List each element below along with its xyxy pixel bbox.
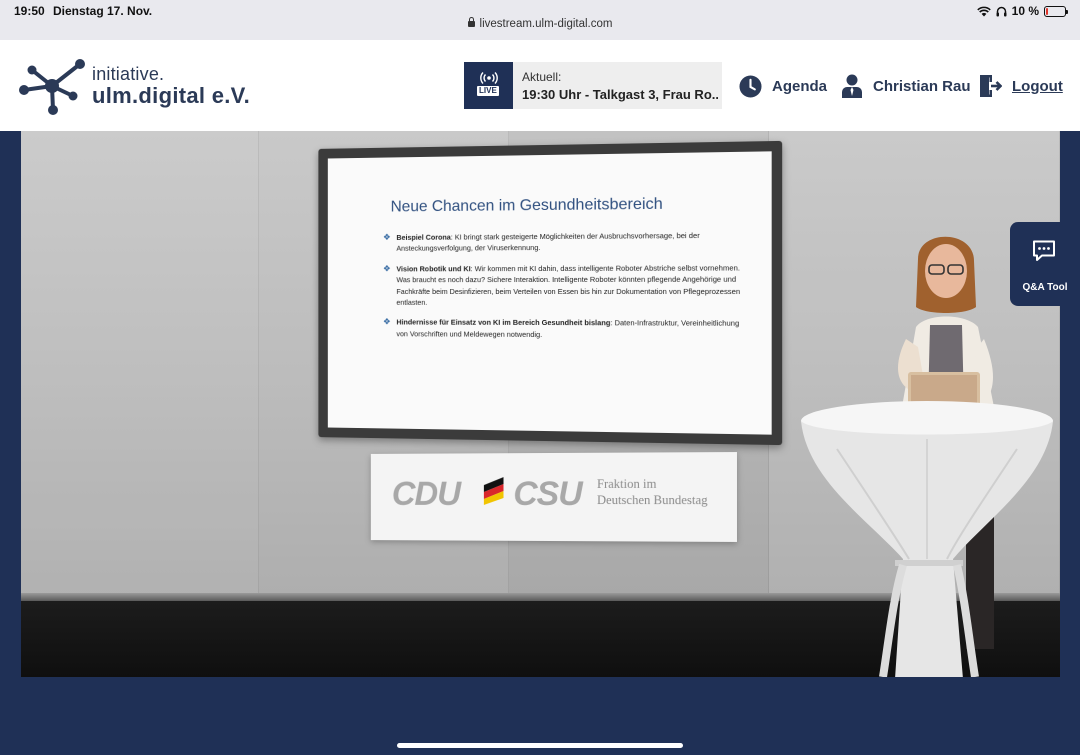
- logout-door-icon: [980, 75, 1002, 97]
- wall-panel: [21, 131, 259, 611]
- sign-cdu: CDU: [391, 475, 461, 513]
- sign-csu: CSU: [513, 474, 582, 514]
- bullet-diamond-icon: ❖: [382, 232, 391, 242]
- headphones-icon: [996, 6, 1007, 16]
- german-flag-swoosh-icon: [483, 477, 504, 505]
- battery-percent: 10 %: [1011, 4, 1039, 18]
- bullet-heading: Hindernisse für Einsatz von KI im Bereic…: [396, 317, 611, 328]
- address-bar[interactable]: livestream.ulm-digital.com: [0, 17, 1080, 30]
- battery-level-fill: [1046, 7, 1048, 15]
- lock-icon: [467, 17, 475, 27]
- livestream-video[interactable]: Neue Chancen im Gesundheitsbereich ❖ Bei…: [21, 131, 1060, 677]
- status-date: Dienstag 17. Nov.: [53, 4, 153, 18]
- bullet-diamond-icon: ❖: [382, 263, 391, 274]
- nav-user-profile[interactable]: Christian Rau: [841, 73, 971, 99]
- live-caption: Aktuell:: [522, 70, 562, 84]
- qa-tool-button[interactable]: Q&A Tool: [1010, 222, 1080, 306]
- nav-user-name: Christian Rau: [873, 77, 971, 95]
- status-indicators: 10 %: [976, 4, 1068, 18]
- nav-agenda[interactable]: Agenda: [739, 73, 827, 99]
- nav-logout-label: Logout: [1012, 77, 1063, 95]
- live-program-title: 19:30 Uhr - Talkgast 3, Frau Ro...: [522, 87, 718, 102]
- live-badge: LIVE: [464, 62, 513, 109]
- chat-bubble-icon: [1033, 240, 1055, 261]
- user-icon: [842, 74, 862, 98]
- logo-text-line2: ulm.digital e.V.: [92, 83, 251, 108]
- sign-fraktion-line1: Fraktion im: [596, 476, 657, 491]
- url-text: livestream.ulm-digital.com: [479, 18, 613, 30]
- broadcast-icon: [480, 72, 498, 84]
- slide-bullet: ❖ Vision Robotik und KI: Wir kommen mit …: [383, 262, 742, 309]
- logo-network-icon[interactable]: [18, 56, 86, 116]
- slide-bullet: ❖ Hindernisse für Einsatz von KI im Bere…: [383, 317, 742, 341]
- party-sign: CDU CSU Fraktion im Deutschen Bundestag: [370, 452, 737, 542]
- ios-status-bar: 19:50 Dienstag 17. Nov. livestream.ulm-d…: [0, 0, 1080, 40]
- nav-agenda-label: Agenda: [772, 77, 828, 95]
- slide-title: Neue Chancen im Gesundheitsbereich: [390, 195, 663, 216]
- bullet-diamond-icon: ❖: [382, 316, 391, 327]
- logo-text-line1: initiative.: [92, 64, 165, 84]
- app-header: initiative. ulm.digital e.V. LIVE Aktuel…: [0, 40, 1080, 131]
- battery-icon: [1044, 5, 1068, 17]
- current-program-box[interactable]: LIVE Aktuell: 19:30 Uhr - Talkgast 3, Fr…: [464, 62, 722, 109]
- nav-logout[interactable]: Logout: [978, 73, 1063, 99]
- status-time: 19:50: [14, 4, 45, 18]
- bullet-heading: Vision Robotik und KI: [396, 264, 471, 274]
- bullet-heading: Beispiel Corona: [396, 232, 451, 242]
- presentation-screen: Neue Chancen im Gesundheitsbereich ❖ Bei…: [318, 140, 783, 446]
- wifi-icon: [976, 6, 991, 16]
- home-indicator[interactable]: [397, 743, 683, 748]
- cocktail-table: [801, 401, 1053, 677]
- qa-tool-label: Q&A Tool: [1022, 282, 1068, 293]
- sign-fraktion-line2: Deutschen Bundestag: [596, 492, 708, 508]
- slide-bullet: ❖ Beispiel Corona: KI bringt stark geste…: [383, 230, 742, 255]
- presentation-slide: Neue Chancen im Gesundheitsbereich ❖ Bei…: [327, 151, 772, 435]
- clock-icon: [739, 74, 762, 98]
- live-label: LIVE: [477, 86, 499, 96]
